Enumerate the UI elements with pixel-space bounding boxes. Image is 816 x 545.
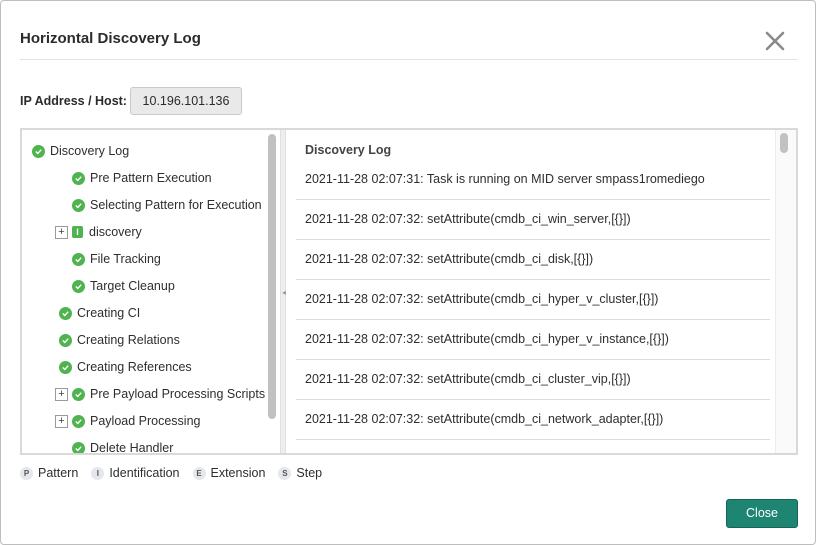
discovery-log-dialog: Horizontal Discovery Log IP Address / Ho…: [0, 0, 816, 545]
log-entry-text: 2021-11-28 02:07:32: setAttribute(cmdb_c…: [305, 372, 631, 386]
legend-item-extension: E Extension: [192, 466, 266, 480]
log-panel: Discovery Log Pre Pattern Execution Sele…: [20, 128, 798, 455]
log-entry-text: 2021-11-28 02:07:31: Task is running on …: [305, 172, 705, 186]
tree-item-pre-pattern-execution[interactable]: Pre Pattern Execution: [72, 168, 212, 188]
log-entry: 2021-11-28 02:07:31: Task is running on …: [296, 160, 770, 200]
tree-item-label: Selecting Pattern for Execution: [90, 198, 262, 212]
header-divider: [20, 59, 798, 60]
check-icon: [72, 252, 85, 266]
tree-item-delete-handler[interactable]: Delete Handler: [72, 438, 173, 453]
check-icon: [72, 279, 85, 293]
tree-item-target-cleanup[interactable]: Target Cleanup: [72, 276, 175, 296]
tree-item-creating-ci[interactable]: Creating CI: [59, 303, 140, 323]
check-icon: [72, 171, 85, 185]
tree-item-creating-relations[interactable]: Creating Relations: [59, 330, 180, 350]
check-icon: [72, 198, 85, 212]
log-entry: 2021-11-28 02:07:32: setAttribute(cmdb_c…: [296, 240, 770, 280]
check-icon: [72, 441, 85, 453]
log-pane-title: Discovery Log: [305, 143, 392, 157]
log-entry: 2021-11-28 02:07:32: setAttribute(cmdb_c…: [296, 320, 770, 360]
check-icon: [59, 306, 72, 320]
ip-address-value: 10.196.101.136: [130, 87, 242, 115]
log-scroll-track[interactable]: [775, 130, 796, 453]
identification-badge-icon: I: [91, 466, 105, 480]
close-button[interactable]: Close: [726, 499, 798, 528]
log-entry: 2021-11-28 02:07:32: setAttribute(cmdb_c…: [296, 200, 770, 240]
log-entry: 2021-11-28 02:07:32: setAttribute(cmdb_c…: [296, 400, 770, 440]
legend-label: Step: [296, 466, 323, 480]
check-icon: [72, 387, 85, 401]
extension-badge-icon: E: [192, 466, 206, 480]
legend: P Pattern I Identification E Extension S…: [20, 465, 335, 481]
ip-address-label: IP Address / Host:: [20, 94, 127, 108]
legend-item-identification: I Identification: [91, 466, 180, 480]
splitter-arrow-icon: ◂: [282, 288, 287, 297]
tree-scrollbar[interactable]: [268, 134, 276, 419]
log-entry: 2021-11-28 02:07:32: setAttribute(cmdb_c…: [296, 360, 770, 400]
tree-item-label: Target Cleanup: [90, 279, 175, 293]
check-icon: [59, 360, 72, 374]
log-scrollbar-thumb[interactable]: [780, 133, 788, 153]
log-entry-text: 2021-11-28 02:07:32: setAttribute(cmdb_c…: [305, 252, 594, 266]
tree-item-file-tracking[interactable]: File Tracking: [72, 249, 161, 269]
discovery-tree: Discovery Log Pre Pattern Execution Sele…: [22, 130, 266, 453]
tree-item-discovery[interactable]: I discovery: [72, 222, 142, 242]
log-entry: 2021-11-28 02:07:32: setAttribute(cmdb_c…: [296, 280, 770, 320]
legend-label: Extension: [210, 466, 266, 480]
tree-item-selecting-pattern[interactable]: Selecting Pattern for Execution: [72, 195, 262, 215]
check-icon: [72, 414, 85, 428]
tree-item-label: Creating CI: [77, 306, 141, 320]
tree-item-payload-processing[interactable]: Payload Processing: [72, 411, 200, 431]
check-icon: [59, 333, 72, 347]
log-pane: Discovery Log 2021-11-28 02:07:31: Task …: [288, 130, 772, 453]
log-entry-text: 2021-11-28 02:07:32: setAttribute(cmdb_c…: [305, 212, 631, 226]
tree-item-label: Payload Processing: [90, 414, 201, 428]
log-entry-text: 2021-11-28 02:07:32: setAttribute(cmdb_c…: [305, 412, 664, 426]
tree-item-pre-payload-processing-scripts[interactable]: Pre Payload Processing Scripts: [72, 384, 265, 404]
tree-item-label: Pre Pattern Execution: [90, 171, 212, 185]
expand-payload-processing-toggle[interactable]: +: [55, 415, 68, 428]
dialog-title: Horizontal Discovery Log: [20, 30, 201, 47]
tree-item-label: Creating References: [77, 360, 192, 374]
tree-item-label: File Tracking: [90, 252, 161, 266]
expand-discovery-toggle[interactable]: +: [55, 226, 68, 239]
step-badge-icon: S: [278, 466, 292, 480]
tree-item-label: Pre Payload Processing Scripts: [90, 387, 266, 401]
pattern-badge-icon: P: [20, 466, 33, 480]
expand-pre-payload-toggle[interactable]: +: [55, 388, 68, 401]
log-entry-text: 2021-11-28 02:07:32: setAttribute(cmdb_c…: [305, 332, 669, 346]
legend-item-step: S Step: [278, 466, 322, 480]
log-entry-text: 2021-11-28 02:07:32: setAttribute(cmdb_c…: [305, 292, 659, 306]
tree-item-creating-references[interactable]: Creating References: [59, 357, 192, 377]
tree-item-label: Delete Handler: [90, 441, 174, 453]
check-icon: [32, 144, 45, 158]
tree-root[interactable]: Discovery Log: [32, 141, 129, 161]
identification-badge-icon: I: [72, 226, 83, 238]
tree-item-label: discovery: [89, 225, 142, 239]
close-icon[interactable]: [761, 27, 789, 55]
legend-label: Pattern: [38, 466, 79, 480]
legend-item-pattern: P Pattern: [20, 466, 78, 480]
tree-item-label: Creating Relations: [77, 333, 180, 347]
tree-root-label: Discovery Log: [50, 144, 130, 158]
legend-label: Identification: [109, 466, 180, 480]
